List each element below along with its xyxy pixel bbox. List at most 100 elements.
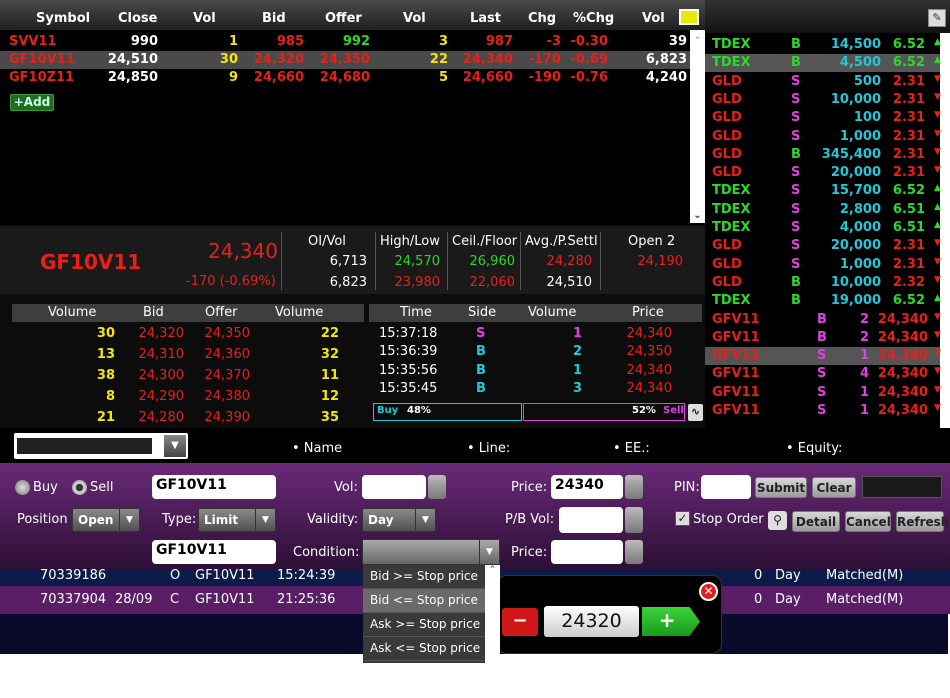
detail-button[interactable]: Detail — [792, 511, 840, 532]
ticker-row[interactable]: GFV11 S 1 24,340 ▼ — [705, 384, 941, 402]
vol-stepper[interactable] — [428, 475, 446, 499]
pin-window-icon[interactable]: ✎ — [928, 9, 946, 27]
trade-row[interactable]: 15:35:56 B 1 24,340 — [369, 362, 702, 380]
chevron-down-icon[interactable]: ▼ — [255, 509, 275, 531]
ticker-scrollbar[interactable] — [940, 33, 950, 428]
condition-label: Condition: — [293, 545, 360, 560]
stop-order-checkbox[interactable]: ✓ — [675, 511, 690, 526]
stop-order-label[interactable]: Stop Order — [693, 512, 764, 527]
ticker-volume: 1,000 — [839, 256, 881, 272]
condition-option-highlighted[interactable]: Bid <= Stop price — [363, 589, 485, 613]
ticker-row[interactable]: GLD S 20,000 2.31 ▼ — [705, 164, 941, 182]
col-header-vol[interactable]: Vol — [193, 11, 216, 26]
close-icon[interactable]: ✕ — [699, 582, 718, 601]
depth-row[interactable]: 38 24,300 24,370 11 — [12, 367, 364, 387]
depth-row[interactable]: 13 24,310 24,360 32 — [12, 346, 364, 366]
price-stepper[interactable] — [625, 475, 643, 499]
ticker-row[interactable]: TDEX B 14,500 6.52 ▲ — [705, 36, 941, 54]
buy-radio-label[interactable]: Buy — [33, 480, 58, 495]
watchlist-row-selected[interactable]: GF10V11 24,510 30 24,320 24,350 22 24,34… — [0, 51, 690, 69]
ticker-row[interactable]: TDEX S 2,800 6.51 ▲ — [705, 201, 941, 219]
clear-button[interactable]: Clear — [812, 477, 856, 498]
sell-radio[interactable] — [72, 480, 87, 495]
ticker-row[interactable]: GLD S 1,000 2.31 ▼ — [705, 256, 941, 274]
vol-input[interactable] — [362, 475, 426, 499]
ticker-row[interactable]: GLD S 500 2.31 ▼ — [705, 73, 941, 91]
stop-price-stepper[interactable] — [625, 540, 643, 564]
ticker-row[interactable]: GFV11 S 1 24,340 ▼ — [705, 402, 941, 420]
chevron-down-icon[interactable]: ▼ — [164, 435, 186, 457]
increment-button[interactable]: + — [642, 607, 700, 636]
chevron-down-icon[interactable]: ▼ — [479, 540, 499, 564]
add-symbol-button[interactable]: +Add — [10, 94, 54, 111]
condition-select[interactable]: ▼ — [362, 539, 500, 565]
scroll-down-icon[interactable]: ⌄ — [690, 210, 705, 221]
menu-scrollbar[interactable]: ⌃ — [485, 565, 500, 663]
decrement-button[interactable]: − — [502, 608, 538, 636]
scroll-up-icon[interactable]: ⌃ — [485, 565, 500, 575]
col-header-symbol[interactable]: Symbol — [36, 11, 90, 26]
trade-row[interactable]: 15:35:45 B 3 24,340 — [369, 380, 702, 398]
arrow-down-icon: ▼ — [934, 110, 941, 121]
account-select[interactable]: ▼ — [14, 433, 188, 459]
watchlist-scrollbar[interactable]: ⌃ ⌄ — [690, 30, 705, 223]
ticker-row[interactable]: GFV11 S 4 24,340 ▼ — [705, 365, 941, 383]
watchlist-row[interactable]: GF10Z11 24,850 9 24,660 24,680 5 24,660 … — [0, 69, 690, 87]
ticker-row[interactable]: GLD S 1,000 2.31 ▼ — [705, 128, 941, 146]
trade-row[interactable]: 15:37:18 S 1 24,340 — [369, 325, 702, 343]
ticker-row[interactable]: GFV11 B 2 24,340 ▼ — [705, 311, 941, 329]
price-input[interactable]: 24340 — [551, 475, 623, 499]
trade-volume: 3 — [572, 380, 582, 396]
chart-icon[interactable]: ∿ — [688, 404, 703, 421]
ticker-row[interactable]: GLD B 10,000 2.32 ▼ — [705, 274, 941, 292]
arrow-down-icon: ▼ — [934, 146, 941, 157]
ticker-row[interactable]: GLD S 100 2.31 ▼ — [705, 109, 941, 127]
scroll-up-icon[interactable]: ⌃ — [690, 36, 705, 46]
stepper-value[interactable]: 24320 — [544, 606, 639, 637]
col-header-bid[interactable]: Bid — [262, 11, 286, 26]
ticker-row[interactable]: TDEX S 4,000 6.51 ▲ — [705, 219, 941, 237]
col-header-offer[interactable]: Offer — [325, 11, 362, 26]
ticker-row[interactable]: TDEX B 19,000 6.52 ▲ — [705, 292, 941, 310]
symbol-input[interactable]: GF10V11 — [152, 475, 276, 499]
col-header-vol2[interactable]: Vol — [403, 11, 426, 26]
col-header-vol3[interactable]: Vol — [642, 11, 665, 26]
pbvol-input[interactable] — [559, 507, 623, 533]
ticker-row-selected[interactable]: GFV11 S 1 24,340 ▼ — [705, 347, 941, 366]
col-header-chg[interactable]: Chg — [528, 11, 556, 26]
ticker-row[interactable]: GFV11 B 2 24,340 ▼ — [705, 329, 941, 347]
ticker-price: 24,340 — [877, 311, 928, 327]
depth-row[interactable]: 8 24,290 24,380 12 — [12, 388, 364, 408]
stop-price-input[interactable] — [551, 540, 623, 564]
pbvol-stepper[interactable] — [625, 507, 643, 533]
ticker-row[interactable]: GLD B 345,400 2.31 ▼ — [705, 146, 941, 164]
sell-radio-label[interactable]: Sell — [90, 480, 113, 495]
search-icon[interactable]: ⚲ — [768, 511, 787, 530]
condition-option[interactable]: Bid >= Stop price — [363, 565, 485, 589]
depth-row[interactable]: 30 24,320 24,350 22 — [12, 325, 364, 345]
ticker-row[interactable]: GLD S 10,000 2.31 ▼ — [705, 91, 941, 109]
ticker-row[interactable]: TDEX S 15,700 6.52 ▲ — [705, 182, 941, 200]
ticker-row[interactable]: GLD S 20,000 2.31 ▼ — [705, 237, 941, 255]
submit-button[interactable]: Submit — [755, 477, 807, 498]
condition-option[interactable]: Ask <= Stop price — [363, 637, 485, 661]
trade-row[interactable]: 15:36:39 B 2 24,350 — [369, 343, 702, 361]
depth-row[interactable]: 21 24,280 24,390 35 — [12, 409, 364, 429]
monitor-icon[interactable] — [679, 9, 699, 25]
chevron-down-icon[interactable]: ▼ — [119, 509, 139, 531]
position-select[interactable]: Open ▼ — [72, 508, 140, 532]
col-header-last[interactable]: Last — [470, 11, 501, 26]
type-select[interactable]: Limit ▼ — [198, 508, 276, 532]
buy-radio[interactable] — [15, 480, 30, 495]
chevron-down-icon[interactable]: ▼ — [415, 509, 435, 531]
cancel-button[interactable]: Cancel — [845, 511, 891, 532]
col-header-pchg[interactable]: %Chg — [573, 11, 614, 26]
stop-symbol-input[interactable]: GF10V11 — [152, 540, 276, 564]
ticker-row-selected[interactable]: TDEX B 4,500 6.52 ▲ — [705, 54, 941, 73]
validity-select[interactable]: Day ▼ — [362, 508, 436, 532]
condition-option[interactable]: Ask >= Stop price — [363, 613, 485, 637]
refresh-button[interactable]: Refresh — [896, 511, 949, 532]
pin-input[interactable] — [701, 475, 751, 499]
watchlist-row[interactable]: SVV11 990 1 985 992 3 987 -3 -0.30 39 — [0, 33, 690, 51]
col-header-close[interactable]: Close — [118, 11, 157, 26]
